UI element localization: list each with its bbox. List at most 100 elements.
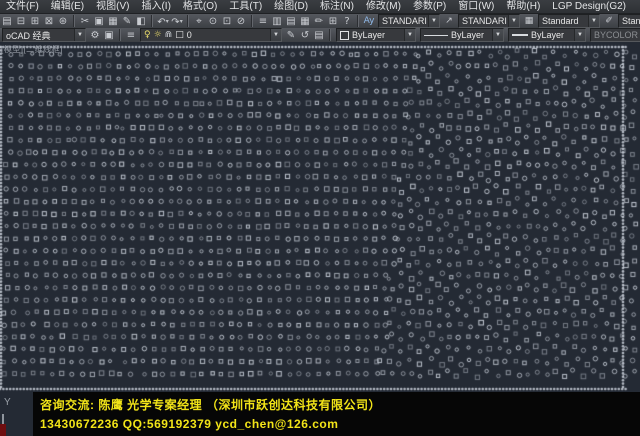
plot-preview-icon[interactable]: ⊞ xyxy=(29,15,42,28)
zoom-previous-icon[interactable]: ⊘ xyxy=(235,15,248,28)
menu-item-3[interactable]: 插入(I) xyxy=(135,0,176,13)
contact-banner: 咨询交流: 陈鹰 光学专案经理 （深圳市跃创达科技有限公司） 134306722… xyxy=(33,392,640,436)
zoom-window-icon[interactable]: ⊡ xyxy=(221,15,234,28)
menu-item-2[interactable]: 视图(V) xyxy=(90,0,135,13)
table-style-combo[interactable]: Standard▼ xyxy=(538,14,600,28)
layer-combo[interactable]: ♀☼⋒□0▼ xyxy=(140,28,282,42)
markup-set-manager-icon[interactable]: ✏ xyxy=(313,15,326,28)
redo-icon[interactable]: ↷▾ xyxy=(171,15,184,28)
menu-item-9[interactable]: 参数(P) xyxy=(407,0,452,13)
toolbar-separator xyxy=(119,29,121,41)
layer-lock-icon: ⋒ xyxy=(165,29,173,41)
text-style-icon[interactable]: Ay xyxy=(363,15,376,28)
save-icon[interactable]: ▤ xyxy=(1,15,14,28)
undo-icon[interactable]: ↶▾ xyxy=(157,15,170,28)
pan-icon[interactable]: ⌖ xyxy=(193,15,206,28)
mleader-style-icon[interactable]: ✐ xyxy=(603,15,616,28)
dim-style-combo-arrow[interactable]: ▼ xyxy=(508,15,519,27)
properties-icon[interactable]: ≡ xyxy=(257,15,270,28)
menu-bar: 文件(F)编辑(E)视图(V)插入(I)格式(O)工具(T)绘图(D)标注(N)… xyxy=(0,0,640,14)
menu-item-8[interactable]: 修改(M) xyxy=(360,0,407,13)
toolbar-separator xyxy=(151,15,153,27)
banner-contact-line: 咨询交流: 陈鹰 光学专案经理 （深圳市跃创达科技有限公司） xyxy=(40,396,381,413)
viewport-controls-label[interactable]: [模型][二维线框] xyxy=(1,44,63,55)
layer-combo-value: 0 xyxy=(184,30,270,40)
help-icon[interactable]: ? xyxy=(341,15,354,28)
layer-combo-arrow[interactable]: ▼ xyxy=(270,29,281,41)
layer-previous-icon[interactable]: ↺ xyxy=(299,29,312,42)
text-style-combo-arrow[interactable]: ▼ xyxy=(428,15,439,27)
toolbar-separator xyxy=(187,15,189,27)
menu-item-10[interactable]: 窗口(W) xyxy=(452,0,500,13)
mleader-style-combo[interactable]: Standard xyxy=(618,14,640,28)
layer-color-swatch-icon: □ xyxy=(175,29,184,41)
linetype-combo-value: ByLayer xyxy=(448,30,492,40)
table-style-combo-value: Standard xyxy=(539,16,588,26)
block-editor-icon[interactable]: ◧ xyxy=(135,15,148,28)
lineweight-combo-arrow[interactable]: ▼ xyxy=(574,29,585,41)
layer-properties-manager-icon[interactable]: ≡ xyxy=(125,29,138,42)
workspace-combo-value: oCAD 经典 xyxy=(3,29,74,42)
copy-icon[interactable]: ▣ xyxy=(93,15,106,28)
match-properties-icon[interactable]: ✎ xyxy=(121,15,134,28)
designcenter-icon[interactable]: ▥ xyxy=(271,15,284,28)
web-icon[interactable]: ⊛ xyxy=(57,15,70,28)
sheet-set-manager-icon[interactable]: ▦ xyxy=(299,15,312,28)
color-combo-value: ByLayer xyxy=(349,30,404,40)
ucs-y-axis-label: Y xyxy=(4,397,11,408)
linetype-combo-line-sample xyxy=(424,35,448,36)
quickcalc-icon[interactable]: ⊞ xyxy=(327,15,340,28)
menu-item-1[interactable]: 编辑(E) xyxy=(45,0,90,13)
linetype-combo-arrow[interactable]: ▼ xyxy=(492,29,503,41)
paste-icon[interactable]: ▦ xyxy=(107,15,120,28)
menu-item-7[interactable]: 标注(N) xyxy=(314,0,360,13)
drawing-viewport: [模型][二维线框] Y 咨询交流: 陈鹰 光学专案经理 （深圳市跃创达科技有限… xyxy=(0,42,640,436)
table-style-combo-arrow[interactable]: ▼ xyxy=(588,15,599,27)
color-combo[interactable]: ByLayer▼ xyxy=(336,28,416,42)
workspace-settings-icon[interactable]: ⚙ xyxy=(89,29,102,42)
standard-toolbar: ▤⊟⊞⊠⊛✂▣▦✎◧↶▾↷▾⌖⊙⊡⊘≡▥▤▦✏⊞?AySTANDARI▼↗STA… xyxy=(0,14,640,29)
drawing-canvas[interactable] xyxy=(0,42,640,436)
menu-item-6[interactable]: 绘图(D) xyxy=(268,0,314,13)
publish-icon[interactable]: ⊠ xyxy=(43,15,56,28)
toolbar-separator xyxy=(357,15,359,27)
menu-item-4[interactable]: 格式(O) xyxy=(177,0,223,13)
layer-on-icon: ♀ xyxy=(144,29,151,41)
color-combo-swatch xyxy=(340,31,349,40)
menu-item-11[interactable]: 帮助(H) xyxy=(500,0,546,13)
lineweight-combo-line-sample xyxy=(512,34,528,36)
linetype-combo[interactable]: ByLayer▼ xyxy=(420,28,504,42)
toolbar-separator xyxy=(73,15,75,27)
table-style-icon[interactable]: ▦ xyxy=(523,15,536,28)
zoom-realtime-icon[interactable]: ⊙ xyxy=(207,15,220,28)
make-object-layer-current-icon[interactable]: ✎ xyxy=(285,29,298,42)
dim-style-combo[interactable]: STANDARI▼ xyxy=(458,14,520,28)
corner-red-block xyxy=(0,424,6,436)
workspace-combo-arrow[interactable]: ▼ xyxy=(74,29,85,41)
lineweight-combo-value: ByLayer xyxy=(528,30,574,40)
banner-phone-line: 13430672236 QQ:569192379 ycd_chen@126.co… xyxy=(40,417,338,431)
dim-style-icon[interactable]: ↗ xyxy=(443,15,456,28)
toolbar-separator xyxy=(251,15,253,27)
layer-states-icon[interactable]: ▤ xyxy=(313,29,326,42)
menu-item-0[interactable]: 文件(F) xyxy=(0,0,45,13)
menu-item-5[interactable]: 工具(T) xyxy=(223,0,268,13)
plot-style-combo[interactable]: BYCOLOR▼ xyxy=(590,28,640,42)
mleader-style-combo-value: Standard xyxy=(619,16,640,26)
text-style-combo-value: STANDARI xyxy=(379,16,428,26)
lineweight-combo[interactable]: ByLayer▼ xyxy=(508,28,586,42)
autocad-window: 文件(F)编辑(E)视图(V)插入(I)格式(O)工具(T)绘图(D)标注(N)… xyxy=(0,0,640,436)
text-style-combo[interactable]: STANDARI▼ xyxy=(378,14,440,28)
workspace-combo[interactable]: oCAD 经典▼ xyxy=(2,28,86,42)
display-lock-icon[interactable]: ▣ xyxy=(103,29,116,42)
toolbar-separator xyxy=(329,29,331,41)
properties-toolbar: oCAD 经典▼⚙▣≡♀☼⋒□0▼✎↺▤ByLayer▼ByLayer▼ByLa… xyxy=(0,28,640,43)
color-combo-arrow[interactable]: ▼ xyxy=(404,29,415,41)
plot-style-combo-value: BYCOLOR xyxy=(591,30,640,40)
dim-style-combo-value: STANDARI xyxy=(459,16,508,26)
plot-icon[interactable]: ⊟ xyxy=(15,15,28,28)
cut-icon[interactable]: ✂ xyxy=(79,15,92,28)
menu-item-12[interactable]: LGP Design(G2) xyxy=(546,0,632,13)
tool-palettes-icon[interactable]: ▤ xyxy=(285,15,298,28)
layer-freeze-icon: ☼ xyxy=(154,29,162,41)
